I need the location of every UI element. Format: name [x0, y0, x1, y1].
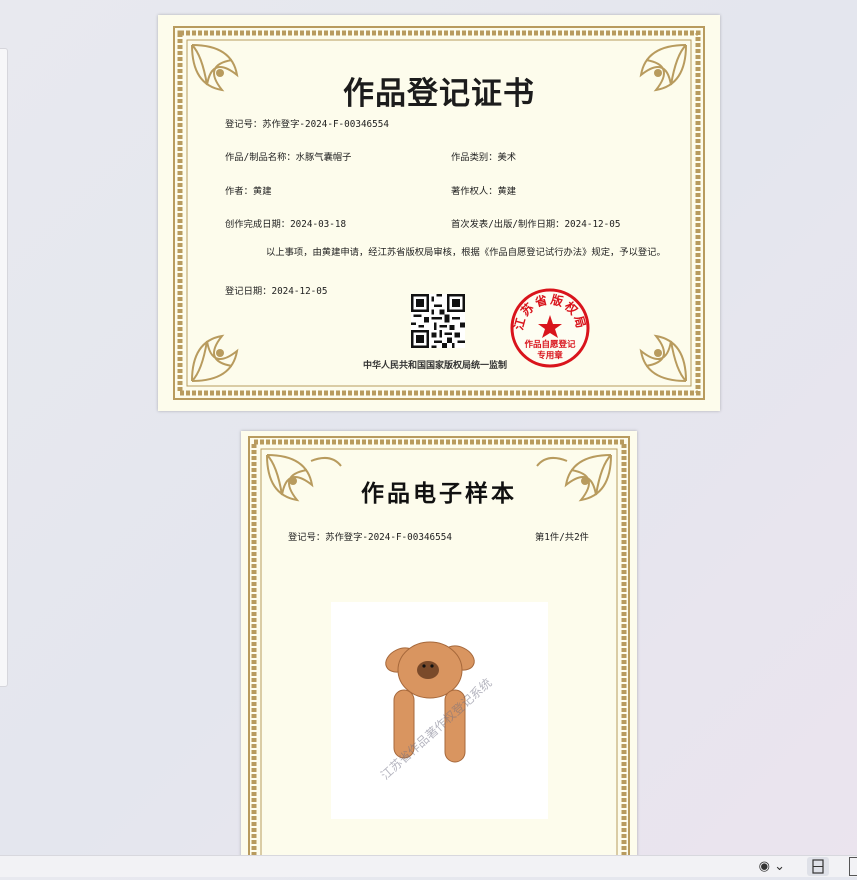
eye-icon[interactable]: ◉ ⌄ [759, 859, 785, 874]
work-name: 作品/制品名称：水豚气囊帽子 [225, 152, 352, 163]
seal-bottom-text: 专用章 [537, 350, 563, 361]
certificate-footer: 中华人民共和国国家版权局统一监制 [363, 361, 508, 371]
status-bar: ◉ ⌄ [0, 855, 857, 877]
registration-date: 登记日期：2024-12-05 [225, 286, 328, 297]
fit-page-icon[interactable] [807, 857, 829, 876]
registration-number: 登记号：苏作登字-2024-F-00346554 [225, 119, 389, 130]
sample-registration-number: 登记号：苏作登字-2024-F-00346554 [288, 532, 452, 543]
sample-title: 作品电子样本 [361, 480, 517, 507]
certificate-title: 作品登记证书 [343, 76, 535, 112]
publish-date: 首次发表/出版/制作日期：2024-12-05 [451, 219, 621, 230]
sample-page-info: 第1件/共2件 [535, 532, 589, 543]
creation-date: 创作完成日期：2024-03-18 [225, 219, 347, 230]
two-page-icon[interactable] [849, 857, 857, 876]
copyright-owner: 著作权人：黄建 [451, 186, 517, 197]
certificate-page: 作品登记证书 登记号：苏作登字-2024-F-00346554 作品/制品名称：… [158, 15, 720, 411]
qr-code-icon[interactable] [411, 294, 465, 348]
work-type: 作品类别：美术 [451, 152, 517, 163]
side-panel-edge[interactable] [0, 48, 8, 687]
sample-page: 作品电子样本 登记号：苏作登字-2024-F-00346554 第1件/共2件 … [241, 431, 637, 871]
seal-mid-text: 作品自愿登记 [524, 339, 576, 350]
certificate-statement: 以上事项，由黄建申请，经江苏省版权局审核，根据《作品自愿登记试行办法》规定，予以… [266, 247, 666, 258]
author: 作者：黄建 [225, 186, 272, 197]
artwork-image: 江苏省作品著作权登记系统 [331, 602, 548, 819]
official-seal: 江苏省版权局 作品自愿登记 专用章 [509, 287, 591, 369]
